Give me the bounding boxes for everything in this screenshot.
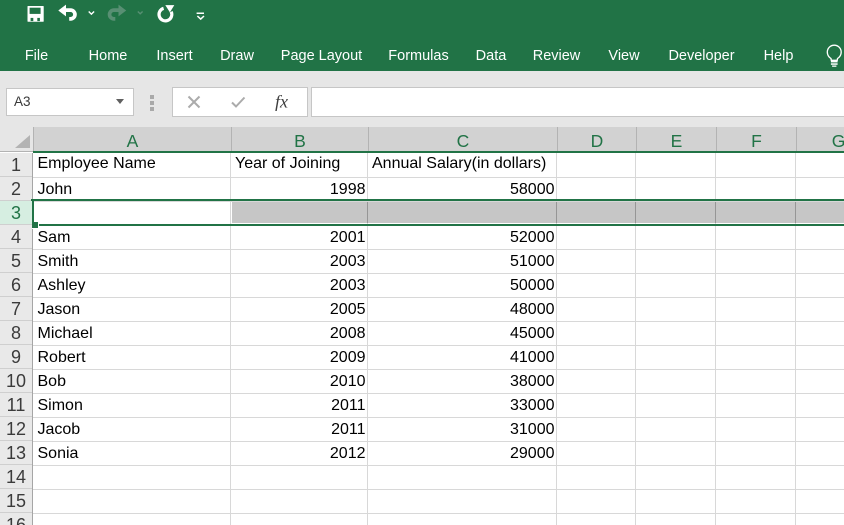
- svg-text:fx: fx: [275, 94, 288, 111]
